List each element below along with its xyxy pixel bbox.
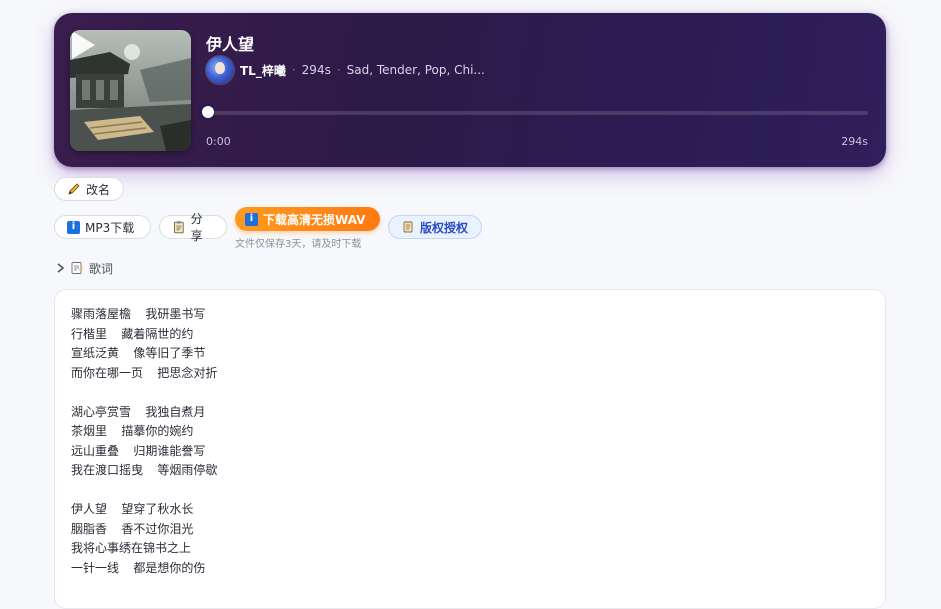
- scroll-icon: [403, 221, 413, 233]
- license-button[interactable]: 版权授权: [388, 215, 482, 239]
- share-button[interactable]: 分享: [159, 212, 227, 243]
- progress-bar[interactable]: [202, 106, 868, 118]
- separator-dot: ·: [291, 63, 296, 77]
- wav-download-label: 下载高清无损WAV: [263, 212, 366, 227]
- lyrics-toggle-label: 歌词: [89, 261, 114, 276]
- mp3-download-label: MP3下载: [85, 220, 135, 235]
- lyrics-toggle[interactable]: 歌词: [56, 259, 113, 277]
- info-icon: i: [67, 220, 80, 234]
- progress-handle[interactable]: [202, 106, 214, 118]
- chevron-right-icon: [57, 263, 65, 273]
- clipboard-icon: [173, 221, 184, 234]
- total-time: 294s: [841, 135, 868, 148]
- share-label: 分享: [190, 212, 203, 243]
- pencil-icon: [68, 183, 80, 195]
- artist-name[interactable]: TL_梓曦: [240, 62, 286, 79]
- mp3-download-button[interactable]: i MP3下载: [54, 215, 151, 239]
- wav-download-button[interactable]: i 下载高清无损WAV: [235, 207, 380, 231]
- play-icon[interactable]: [70, 30, 96, 60]
- track-title: 伊人望: [206, 35, 255, 54]
- info-icon: i: [245, 212, 258, 226]
- lyrics-panel: 骤雨落屋檐 我研墨书写 行楷里 藏着隔世的约 宣纸泛黄 像等旧了季节 而你在哪一…: [54, 289, 886, 609]
- current-time: 0:00: [206, 135, 231, 148]
- lyrics-text: 骤雨落屋檐 我研墨书写 行楷里 藏着隔世的约 宣纸泛黄 像等旧了季节 而你在哪一…: [71, 308, 218, 576]
- album-cover[interactable]: [70, 30, 191, 151]
- rename-button[interactable]: 改名: [54, 177, 124, 201]
- memo-icon: [71, 262, 83, 274]
- music-player: 伊人望 TL_梓曦 · 294s · Sad, Tender, Pop, Chi…: [54, 13, 886, 167]
- wav-retention-note: 文件仅保存3天，请及时下载: [235, 239, 362, 250]
- track-meta: TL_梓曦 · 294s · Sad, Tender, Pop, Chi...: [206, 56, 485, 84]
- artist-avatar[interactable]: [206, 56, 234, 84]
- license-label: 版权授权: [420, 220, 469, 235]
- track-duration: 294s: [301, 63, 331, 77]
- track-tags: Sad, Tender, Pop, Chi...: [346, 63, 485, 77]
- separator-dot: ·: [336, 63, 341, 77]
- rename-label: 改名: [86, 182, 111, 197]
